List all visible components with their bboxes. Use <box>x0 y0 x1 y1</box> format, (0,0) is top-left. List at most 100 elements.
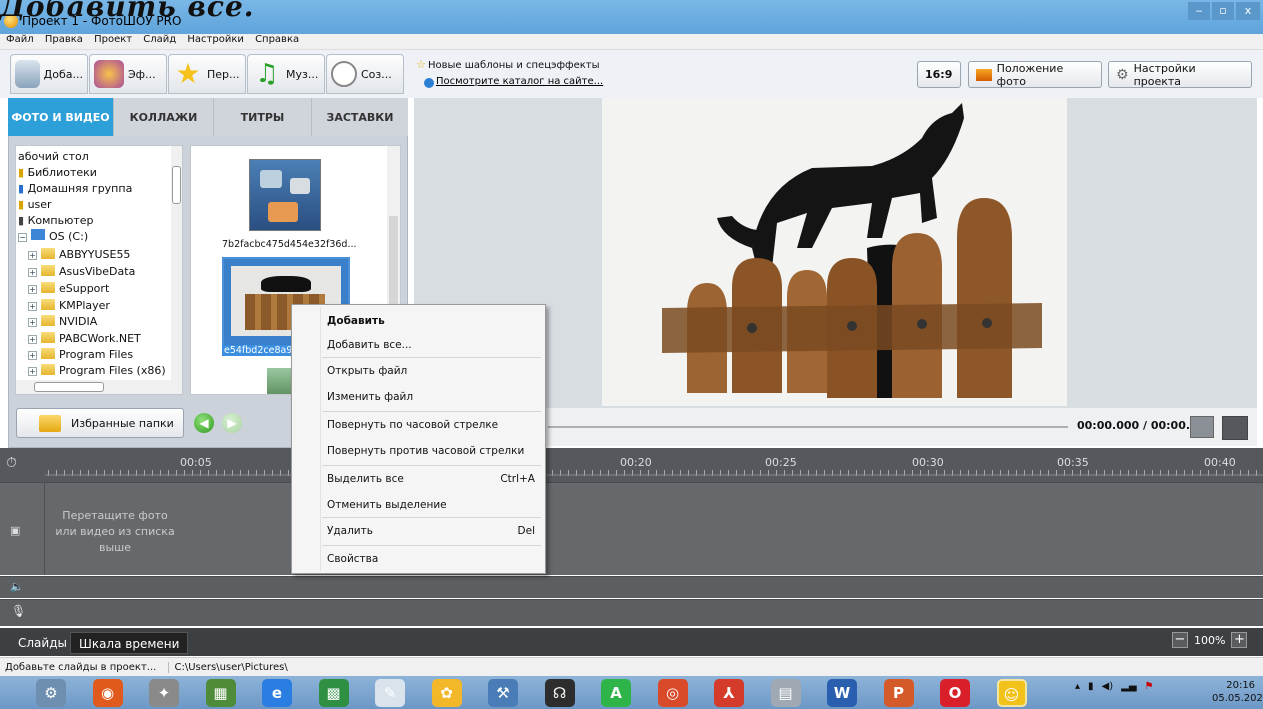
back-arrow-icon[interactable]: ◀ <box>194 413 214 433</box>
project-settings-button[interactable]: ⚙ Настройки проекта <box>1108 61 1252 88</box>
zoom-control: − 100% + <box>1172 632 1248 648</box>
tree-item[interactable]: + ABBYYUSE55 <box>28 247 130 263</box>
tree-item[interactable]: абочий стол <box>18 149 89 165</box>
chrome-icon[interactable]: ◎ <box>657 679 688 707</box>
tree-hscroll-thumb[interactable] <box>34 382 104 392</box>
context-menu-item[interactable]: Повернуть против часовой стрелки <box>292 445 545 461</box>
acrobat-icon[interactable]: ⅄ <box>714 679 744 707</box>
tree-item[interactable]: + PABCWork.NET <box>28 331 141 347</box>
word-icon[interactable]: W <box>827 679 857 707</box>
fullscreen-icon[interactable] <box>1222 416 1248 440</box>
tree-item[interactable]: ▮ Библиотеки <box>18 165 97 181</box>
opera-icon[interactable]: O <box>940 679 970 707</box>
tray-arrow-icon[interactable]: ▴ <box>1075 681 1080 692</box>
subtab-collages[interactable]: КОЛЛАЖИ <box>114 98 214 136</box>
favorite-folders-button[interactable]: Избранные папки <box>16 408 184 438</box>
tab-music-label: Муз... <box>286 67 319 81</box>
daisy-icon[interactable]: ✿ <box>431 679 462 707</box>
tab-slides[interactable]: Слайды <box>10 632 75 654</box>
thumbnail-image[interactable] <box>249 159 321 231</box>
control-panel-icon[interactable]: ⚙ <box>36 679 66 707</box>
context-menu-item[interactable]: Добавить все... <box>292 339 545 355</box>
aspect-ratio-button[interactable]: 16:9 <box>917 61 961 88</box>
tree-item[interactable]: ▮ Компьютер <box>18 213 94 229</box>
subtab-titles[interactable]: ТИТРЫ <box>214 98 312 136</box>
menu-settings[interactable]: Настройки <box>187 34 243 45</box>
thumbnail-scroll-thumb[interactable] <box>389 216 398 316</box>
context-menu-item[interactable]: Добавить <box>292 315 545 331</box>
minimize-button[interactable]: ‒ <box>1188 2 1210 20</box>
a-app-icon[interactable]: A <box>601 679 631 707</box>
network-icon[interactable]: ▮ <box>1088 681 1094 692</box>
folder-icon <box>41 332 55 343</box>
volume-icon[interactable]: ◀) <box>1102 681 1114 692</box>
tree-item[interactable]: − OS (C:) <box>18 229 88 245</box>
context-menu-item[interactable]: Открыть файл <box>292 365 545 381</box>
paint-icon[interactable]: ✎ <box>375 679 405 707</box>
menu-project[interactable]: Проект <box>94 34 132 45</box>
excel-viewer-icon[interactable]: ▩ <box>318 679 349 707</box>
photo-viewer-icon[interactable]: ▦ <box>205 679 236 707</box>
context-menu-shortcut: Ctrl+A <box>500 473 535 485</box>
signal-icon[interactable]: ▂▄ <box>1121 681 1136 692</box>
audio-track[interactable] <box>0 576 1263 598</box>
hammer-icon[interactable]: ⚒ <box>488 679 518 707</box>
subtab-intros[interactable]: ЗАСТАВКИ <box>312 98 408 136</box>
tree-item[interactable]: + Program Files (x86) <box>28 363 166 379</box>
flag-icon[interactable]: ⚑ <box>1145 681 1154 692</box>
powerpoint-icon[interactable]: P <box>883 679 914 707</box>
handwritten-note: Добавить все. <box>0 0 255 23</box>
context-menu-item[interactable]: Свойства <box>292 553 545 569</box>
snapshot-camera-icon[interactable] <box>1190 416 1214 438</box>
tree-scrollbar[interactable] <box>171 146 182 380</box>
catalog-link[interactable]: Посмотрите каталог на сайте... <box>436 76 603 87</box>
tab-effects[interactable]: Эф... <box>89 54 167 94</box>
tree-hscrollbar[interactable] <box>16 380 182 394</box>
menu-file[interactable]: Файл <box>6 34 34 45</box>
folder-tree[interactable]: абочий стол ▮ Библиотеки ▮ Домашняя груп… <box>15 145 183 395</box>
tab-timeline[interactable]: Шкала времени <box>70 632 189 654</box>
slides-track[interactable] <box>0 482 1263 575</box>
tab-music[interactable]: ♫ Муз... <box>247 54 325 94</box>
zoom-out-button[interactable]: − <box>1172 632 1188 648</box>
maximize-button[interactable]: ▫ <box>1212 2 1234 20</box>
tree-item[interactable]: ▮ Домашняя группа <box>18 181 132 197</box>
tab-create[interactable]: Соз... <box>326 54 404 94</box>
system-tray: ▴ ▮ ◀) ▂▄ ⚑ <box>1075 681 1154 692</box>
audio-icon[interactable]: ☊ <box>544 679 575 707</box>
tree-item[interactable]: + eSupport <box>28 281 109 297</box>
tree-item[interactable]: + Program Files <box>28 347 133 363</box>
voice-track[interactable] <box>0 599 1263 626</box>
menu-slide[interactable]: Слайд <box>143 34 176 45</box>
close-button[interactable]: x <box>1236 2 1260 20</box>
gear-icon: ⚙ <box>1116 66 1129 83</box>
context-menu-item[interactable]: Удалить Del <box>292 525 545 541</box>
menu-edit[interactable]: Правка <box>45 34 83 45</box>
tab-add[interactable]: Доба... <box>10 54 88 94</box>
subtab-photo-video[interactable]: ФОТО И ВИДЕО <box>8 98 114 136</box>
fotoshow-icon[interactable]: ☺ <box>996 679 1027 707</box>
tab-transitions[interactable]: ★ Пер... <box>168 54 246 94</box>
zoom-in-button[interactable]: + <box>1231 632 1248 648</box>
bottom-bar <box>0 628 1263 656</box>
ie-icon[interactable]: e <box>262 679 292 707</box>
tree-item[interactable]: + NVIDIA <box>28 314 97 330</box>
picasa-icon[interactable]: ◉ <box>92 679 123 707</box>
drop-hint: Перетащите фото или видео из списка выше <box>55 509 175 554</box>
playback-slider[interactable] <box>548 426 1068 428</box>
clock[interactable]: 20:16 05.05.2022 <box>1212 679 1263 705</box>
context-menu-item[interactable]: Выделить все Ctrl+A <box>292 473 545 489</box>
photo-position-button[interactable]: Положение фото <box>968 61 1102 88</box>
tree-item[interactable]: ▮ user <box>18 197 52 213</box>
calculator-icon[interactable]: ▤ <box>770 679 801 707</box>
context-menu-item[interactable]: Повернуть по часовой стрелке <box>292 419 545 435</box>
menu-help[interactable]: Справка <box>255 34 299 45</box>
context-menu-item[interactable]: Отменить выделение <box>292 499 545 515</box>
app-window: Проект 1 - ФотоШОУ PRO Добавить все. ‒ ▫… <box>0 0 1263 709</box>
tree-scroll-thumb[interactable] <box>172 166 181 204</box>
game-icon[interactable]: ✦ <box>149 679 179 707</box>
tree-item[interactable]: + KMPlayer <box>28 298 110 314</box>
tree-item[interactable]: + AsusVibeData <box>28 264 135 280</box>
context-menu-item[interactable]: Изменить файл <box>292 391 545 407</box>
forward-arrow-icon[interactable]: ▶ <box>222 413 242 433</box>
